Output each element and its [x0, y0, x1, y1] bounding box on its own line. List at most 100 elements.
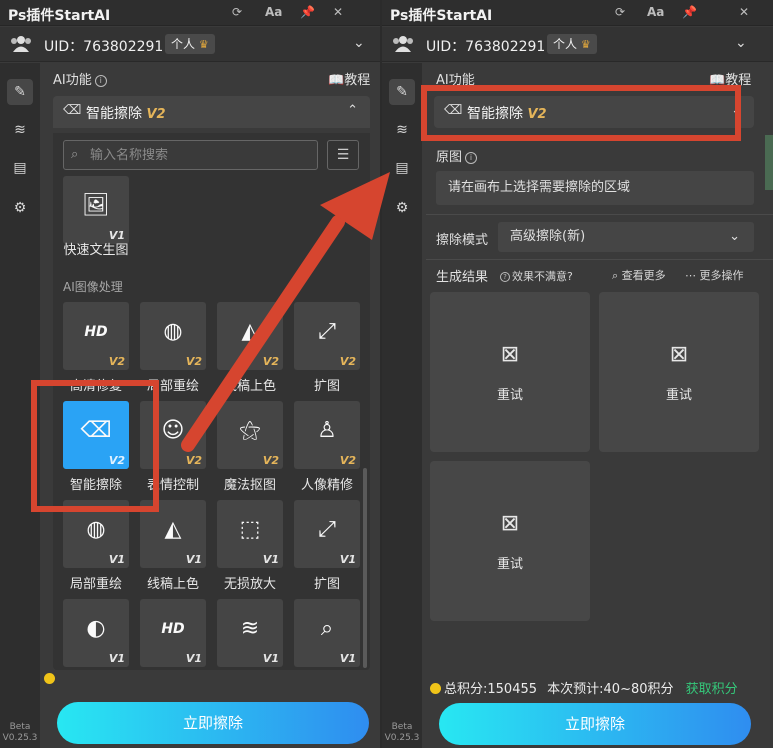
- tile-hd[interactable]: HD V1: [140, 599, 206, 667]
- search-icon: ⌕: [71, 147, 79, 162]
- version-info: Beta V0.25.3: [2, 722, 38, 743]
- get-points-link[interactable]: 获取积分: [686, 682, 738, 697]
- scrollbar[interactable]: [363, 468, 367, 668]
- retry-button[interactable]: 重试: [599, 384, 759, 403]
- erase-now-button[interactable]: 立即擦除: [57, 702, 369, 744]
- retry-button[interactable]: 重试: [430, 384, 590, 403]
- tile-stack[interactable]: ≋ V1: [217, 599, 283, 667]
- hd-icon: HD: [84, 324, 108, 340]
- tile-label: 扩图: [313, 379, 340, 394]
- tile-label: 无损放大: [223, 577, 276, 592]
- divider: [426, 259, 773, 260]
- refresh-icon[interactable]: ⟳: [615, 5, 625, 19]
- tile-expand[interactable]: ⤢ V1: [294, 500, 360, 568]
- close-icon[interactable]: ✕: [333, 5, 343, 19]
- info-icon[interactable]: i: [94, 74, 107, 87]
- tile-paint-bucket[interactable]: ◭ V2: [217, 302, 283, 370]
- result-card[interactable]: ⊠ 重试: [599, 292, 759, 452]
- user-bar: UID：763802291 个人 ♛ ⌄: [382, 27, 773, 62]
- expand-icon: ⤢: [318, 319, 336, 344]
- tile-label: 线稿上色: [223, 379, 276, 394]
- broken-image-icon: ⊠: [669, 342, 689, 367]
- layers-icon[interactable]: ≋: [7, 117, 33, 143]
- info-icon[interactable]: i: [465, 151, 478, 164]
- section-title: AI功能 i: [53, 69, 107, 88]
- layers-icon[interactable]: ≋: [389, 117, 415, 143]
- uid-label: UID：763802291: [44, 39, 164, 55]
- crown-icon: ♛: [580, 38, 591, 51]
- font-size-icon[interactable]: Aa: [647, 5, 664, 19]
- erase-now-button[interactable]: 立即擦除: [439, 703, 751, 745]
- tile-label: 局部重绘: [69, 577, 122, 592]
- plan-badge[interactable]: 个人 ♛: [547, 34, 597, 54]
- book-icon: 📖: [328, 73, 345, 88]
- refresh-icon[interactable]: ⟳: [232, 5, 242, 19]
- save-icon[interactable]: ▤: [389, 155, 415, 181]
- tile-label: 魔法抠图: [223, 478, 276, 493]
- save-icon[interactable]: ▤: [7, 155, 33, 181]
- search-input[interactable]: [90, 145, 310, 165]
- broken-image-icon: ⊠: [500, 342, 520, 367]
- gear-icon[interactable]: ⚙: [389, 195, 415, 221]
- pin-icon[interactable]: 📌: [682, 5, 697, 19]
- result-card[interactable]: ⊠ 重试: [430, 461, 590, 621]
- mode-select[interactable]: 高级擦除(新) ⌄: [498, 222, 754, 252]
- gear-icon[interactable]: ⚙: [7, 195, 33, 221]
- sidebar: ✎ ≋ ▤ ⚙ Beta V0.25.3: [382, 63, 422, 748]
- shortcut-search-icon: ⌕: [320, 616, 334, 641]
- paint-bucket-icon: ◭: [164, 517, 182, 542]
- result-card[interactable]: ⊠ 重试: [430, 292, 590, 452]
- users-icon: [393, 36, 413, 52]
- tile-label: 人像精修: [300, 478, 353, 493]
- source-hint-box[interactable]: 请在画布上选择需要擦除的区域: [436, 171, 754, 205]
- coin-icon: [44, 673, 55, 684]
- brush-icon[interactable]: ✎: [389, 79, 415, 105]
- expand-icon: ⤢: [318, 517, 336, 542]
- tile-upscale[interactable]: ⬚ V1: [217, 500, 283, 568]
- question-icon: ?: [500, 272, 510, 282]
- search-box: ⌕: [63, 140, 318, 170]
- unsatisfied-link[interactable]: ? 效果不满意?: [500, 268, 573, 284]
- tile-expand[interactable]: ⤢ V2: [294, 302, 360, 370]
- chevron-down-icon[interactable]: ⌄: [353, 35, 365, 51]
- tutorial-link[interactable]: 📖教程: [328, 69, 370, 88]
- tile-label: 快速文生图: [63, 243, 129, 258]
- results-label: 生成结果: [436, 270, 489, 285]
- tile-label: 扩图: [313, 577, 340, 592]
- plan-badge[interactable]: 个人 ♛: [165, 34, 215, 54]
- eraser-icon: ⌫: [63, 103, 82, 118]
- tile-quick-text2img[interactable]: 🖼 V1: [63, 176, 129, 244]
- list-view-button[interactable]: ☰: [327, 140, 359, 170]
- brush-icon[interactable]: ✎: [7, 79, 33, 105]
- points-strip: [44, 672, 55, 688]
- version-info: Beta V0.25.3: [384, 722, 420, 743]
- chevron-down-icon: ⌄: [729, 229, 740, 244]
- paint-bucket-icon: ◭: [241, 319, 259, 344]
- retry-button[interactable]: 重试: [430, 553, 590, 572]
- app-title: Ps插件StartAI: [8, 8, 111, 24]
- mode-label: 擦除模式: [436, 233, 489, 248]
- function-select[interactable]: ⌫ 智能擦除 V2 ⌃: [53, 96, 370, 128]
- tile-shortcut-search[interactable]: ⌕ V1: [294, 599, 360, 667]
- titlebar: Ps插件StartAI ⟳ Aa 📌 ✕: [0, 0, 380, 26]
- chevron-down-icon[interactable]: ⌄: [735, 35, 747, 51]
- canvas-edge: [765, 135, 773, 190]
- brush-circle-icon: ◍: [163, 319, 183, 344]
- group-label: AI图像处理: [63, 280, 123, 294]
- source-label: 原图 i: [436, 146, 478, 165]
- stack-icon: ≋: [240, 616, 260, 641]
- tile-art-blend[interactable]: ◐ V1: [63, 599, 129, 667]
- pin-icon[interactable]: 📌: [300, 5, 315, 19]
- tile-portrait[interactable]: ♙ V2: [294, 401, 360, 469]
- chevron-up-icon[interactable]: ⌃: [347, 103, 358, 118]
- tile-hd[interactable]: HD V2: [63, 302, 129, 370]
- tile-brush-circle[interactable]: ◍ V2: [140, 302, 206, 370]
- close-icon[interactable]: ✕: [739, 5, 749, 19]
- view-more-link[interactable]: ⌕ 查看更多: [612, 267, 666, 283]
- divider: [426, 214, 773, 215]
- tile-magic-wand[interactable]: ⚝ V2: [217, 401, 283, 469]
- font-size-icon[interactable]: Aa: [265, 5, 282, 19]
- search-icon: ⌕: [612, 269, 619, 282]
- app-title: Ps插件StartAI: [390, 8, 493, 24]
- more-actions-link[interactable]: ⋯ 更多操作: [685, 267, 744, 283]
